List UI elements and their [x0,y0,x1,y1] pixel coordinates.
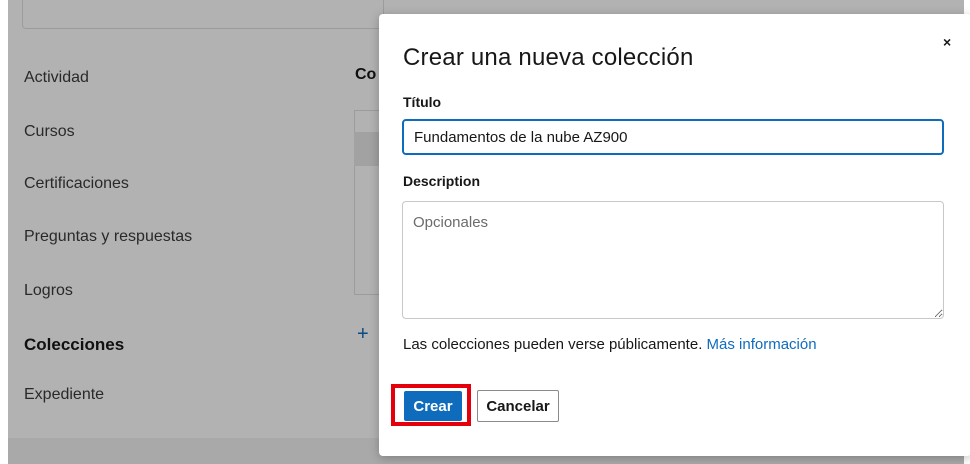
left-gutter [0,0,8,464]
title-input[interactable] [402,119,944,155]
dialog-title: Crear una nueva colección [403,44,694,71]
more-info-link[interactable]: Más información [707,336,817,353]
close-icon[interactable]: × [943,34,951,50]
title-label: Título [403,94,442,110]
description-label: Description [403,173,481,189]
description-input[interactable] [402,201,944,319]
create-collection-dialog: Crear una nueva colección × Título Descr… [379,14,970,456]
cancel-button[interactable]: Cancelar [477,390,559,422]
visibility-note: Las colecciones pueden verse públicament… [403,336,817,353]
visibility-text: Las colecciones pueden verse públicament… [403,336,703,353]
create-button[interactable]: Crear [404,391,462,421]
